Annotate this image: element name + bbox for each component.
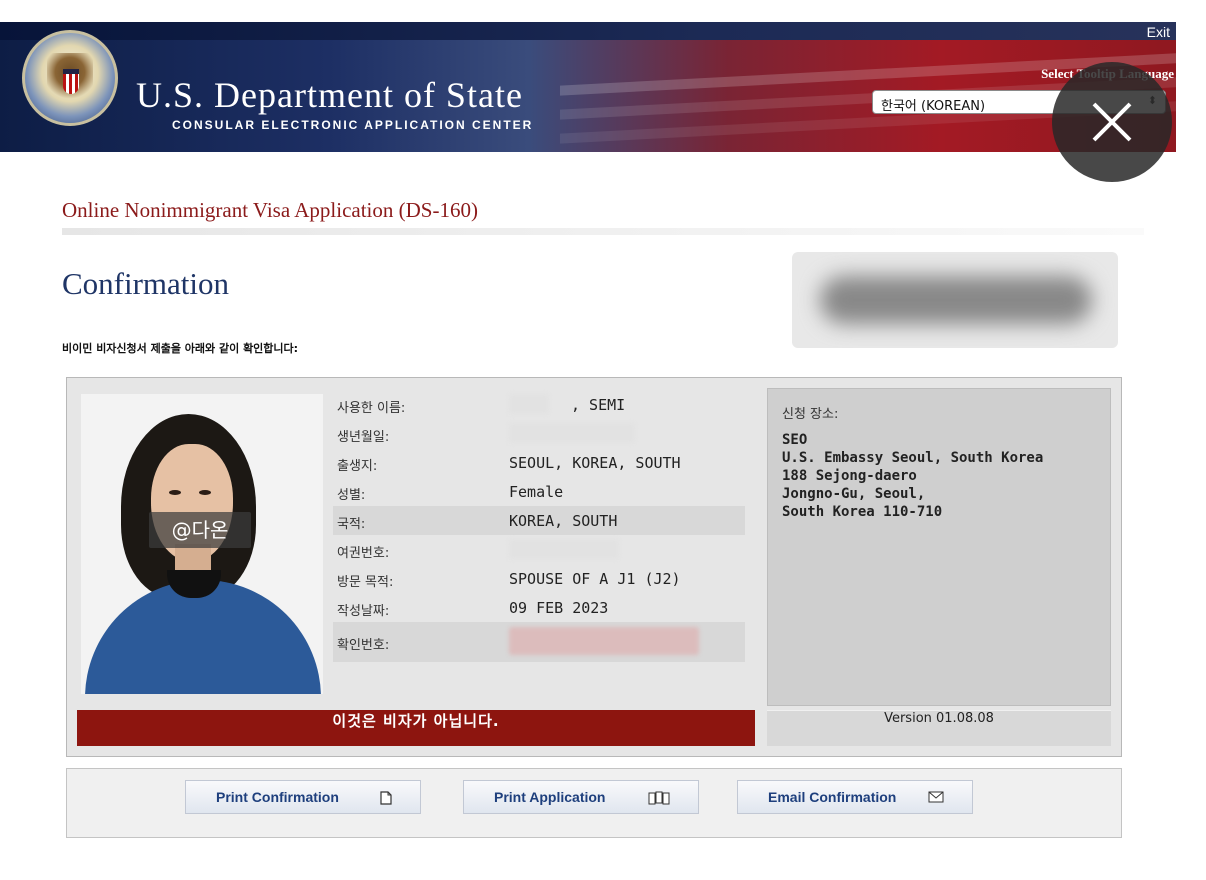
- site-header: Exit U.S. Department of State CONSULAR E…: [0, 22, 1176, 152]
- date-value: 09 FEB 2023: [509, 599, 609, 617]
- purpose-value: SPOUSE OF A J1 (J2): [509, 570, 681, 588]
- redacted-field: [509, 627, 699, 655]
- header-top-band: [0, 22, 1176, 40]
- info-row-confirmation-number: 확인번호:: [333, 622, 745, 662]
- dob-label: 생년월일:: [337, 430, 390, 445]
- info-row-gender: 성별: Female: [333, 477, 745, 506]
- print-application-label: Print Application: [494, 789, 606, 805]
- application-title: Online Nonimmigrant Visa Application (DS…: [62, 198, 478, 222]
- date-label: 작성날짜:: [337, 604, 390, 619]
- location-line: SEO: [782, 432, 808, 448]
- applicant-photo: @다온: [81, 394, 323, 694]
- tooltip-language-value: 한국어 (KOREAN): [881, 99, 986, 114]
- info-row-nationality: 국적: KOREA, SOUTH: [333, 506, 745, 535]
- department-seal-icon: [22, 30, 118, 126]
- location-line: U.S. Embassy Seoul, South Korea: [782, 450, 1044, 466]
- info-row-purpose: 방문 목적: SPOUSE OF A J1 (J2): [333, 564, 745, 593]
- photo-watermark: @다온: [149, 512, 251, 548]
- location-address: SEO U.S. Embassy Seoul, South Korea 188 …: [782, 431, 1043, 521]
- print-application-button[interactable]: Print Application: [463, 780, 699, 814]
- passport-label: 여권번호:: [337, 546, 390, 561]
- redacted-field: [509, 394, 549, 414]
- redacted-field: [509, 423, 635, 443]
- not-a-visa-notice: 이것은 비자가 아닙니다.: [77, 710, 755, 746]
- nationality-label: 국적:: [337, 517, 366, 532]
- applicant-info: 사용한 이름: , SEMI 생년월일: 출생지: SEOUL, KOREA, …: [333, 390, 745, 662]
- gender-label: 성별:: [337, 488, 366, 503]
- version-label: Version 01.08.08: [767, 710, 1111, 746]
- exit-link[interactable]: Exit: [1147, 24, 1170, 40]
- email-confirmation-button[interactable]: Email Confirmation: [737, 780, 973, 814]
- department-title: U.S. Department of State: [136, 75, 523, 115]
- page-title: Confirmation: [62, 266, 230, 301]
- name-value: , SEMI: [571, 396, 626, 414]
- email-confirmation-label: Email Confirmation: [768, 789, 897, 805]
- application-location: 신청 장소: SEO U.S. Embassy Seoul, South Kor…: [767, 388, 1111, 706]
- pob-label: 출생지:: [337, 459, 378, 474]
- info-row-date: 작성날짜: 09 FEB 2023: [333, 593, 745, 622]
- location-line: 188 Sejong-daero: [782, 468, 917, 484]
- confirmation-number-label: 확인번호:: [337, 638, 390, 653]
- location-label: 신청 장소:: [782, 407, 839, 422]
- redacted-field: [509, 539, 619, 559]
- close-icon: [1092, 102, 1132, 142]
- print-confirmation-label: Print Confirmation: [216, 789, 339, 805]
- location-line: South Korea 110-710: [782, 504, 943, 520]
- pob-value: SEOUL, KOREA, SOUTH: [509, 454, 681, 472]
- info-row-pob: 출생지: SEOUL, KOREA, SOUTH: [333, 448, 745, 477]
- nationality-value: KOREA, SOUTH: [509, 512, 618, 530]
- info-row-name: 사용한 이름: , SEMI: [333, 390, 745, 419]
- purpose-label: 방문 목적:: [337, 575, 394, 590]
- info-row-dob: 생년월일:: [333, 419, 745, 448]
- pages-icon: [648, 791, 670, 805]
- document-icon: [380, 791, 392, 805]
- department-subtitle: CONSULAR ELECTRONIC APPLICATION CENTER: [172, 118, 534, 132]
- confirmation-panel: @다온 사용한 이름: , SEMI 생년월일: 출생지: SEOUL, KOR…: [66, 377, 1122, 757]
- location-line: Jongno-Gu, Seoul,: [782, 486, 926, 502]
- name-label: 사용한 이름:: [337, 401, 406, 416]
- close-button[interactable]: [1052, 62, 1172, 182]
- gender-value: Female: [509, 483, 564, 501]
- envelope-icon: [928, 791, 944, 803]
- intro-text: 비이민 비자신청서 제출을 아래와 같이 확인합니다:: [62, 342, 299, 355]
- print-confirmation-button[interactable]: Print Confirmation: [185, 780, 421, 814]
- title-divider: [62, 228, 1144, 235]
- info-row-passport: 여권번호:: [333, 535, 745, 564]
- action-bar: Print Confirmation Print Application Ema…: [66, 768, 1122, 838]
- redacted-barcode: [792, 252, 1118, 348]
